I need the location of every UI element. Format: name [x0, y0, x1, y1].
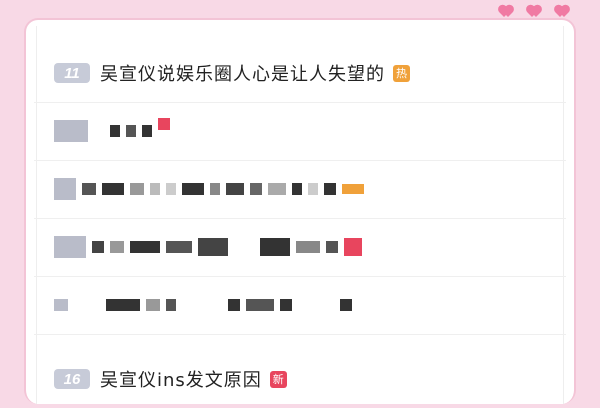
hot-badge: 热: [393, 64, 410, 82]
heart-icon: [556, 6, 572, 18]
trend-item-blurred[interactable]: [34, 102, 566, 161]
trend-title: 吴宣仪说娱乐圈人心是让人失望的: [100, 64, 385, 85]
mosaic-block: [54, 118, 170, 142]
trend-item-blurred[interactable]: [34, 218, 566, 277]
trend-item-blurred[interactable]: [34, 160, 566, 219]
heart-icon: [528, 6, 544, 18]
trend-item-11[interactable]: 11 吴宣仪说娱乐圈人心是让人失望的 热: [34, 44, 566, 103]
trend-title: 吴宣仪ins发文原因: [100, 370, 262, 391]
trend-item-16[interactable]: 16 吴宣仪ins发文原因 新: [34, 350, 566, 408]
rank-badge: 16: [54, 369, 90, 389]
new-badge: 新: [269, 370, 287, 388]
mosaic-block: [54, 299, 352, 311]
trend-item-blurred[interactable]: [34, 276, 566, 335]
decor-hearts: [500, 6, 572, 18]
heart-icon: [500, 6, 516, 18]
rank-badge: 11: [54, 63, 90, 83]
mosaic-block: [54, 178, 364, 200]
mosaic-block: [54, 236, 362, 258]
